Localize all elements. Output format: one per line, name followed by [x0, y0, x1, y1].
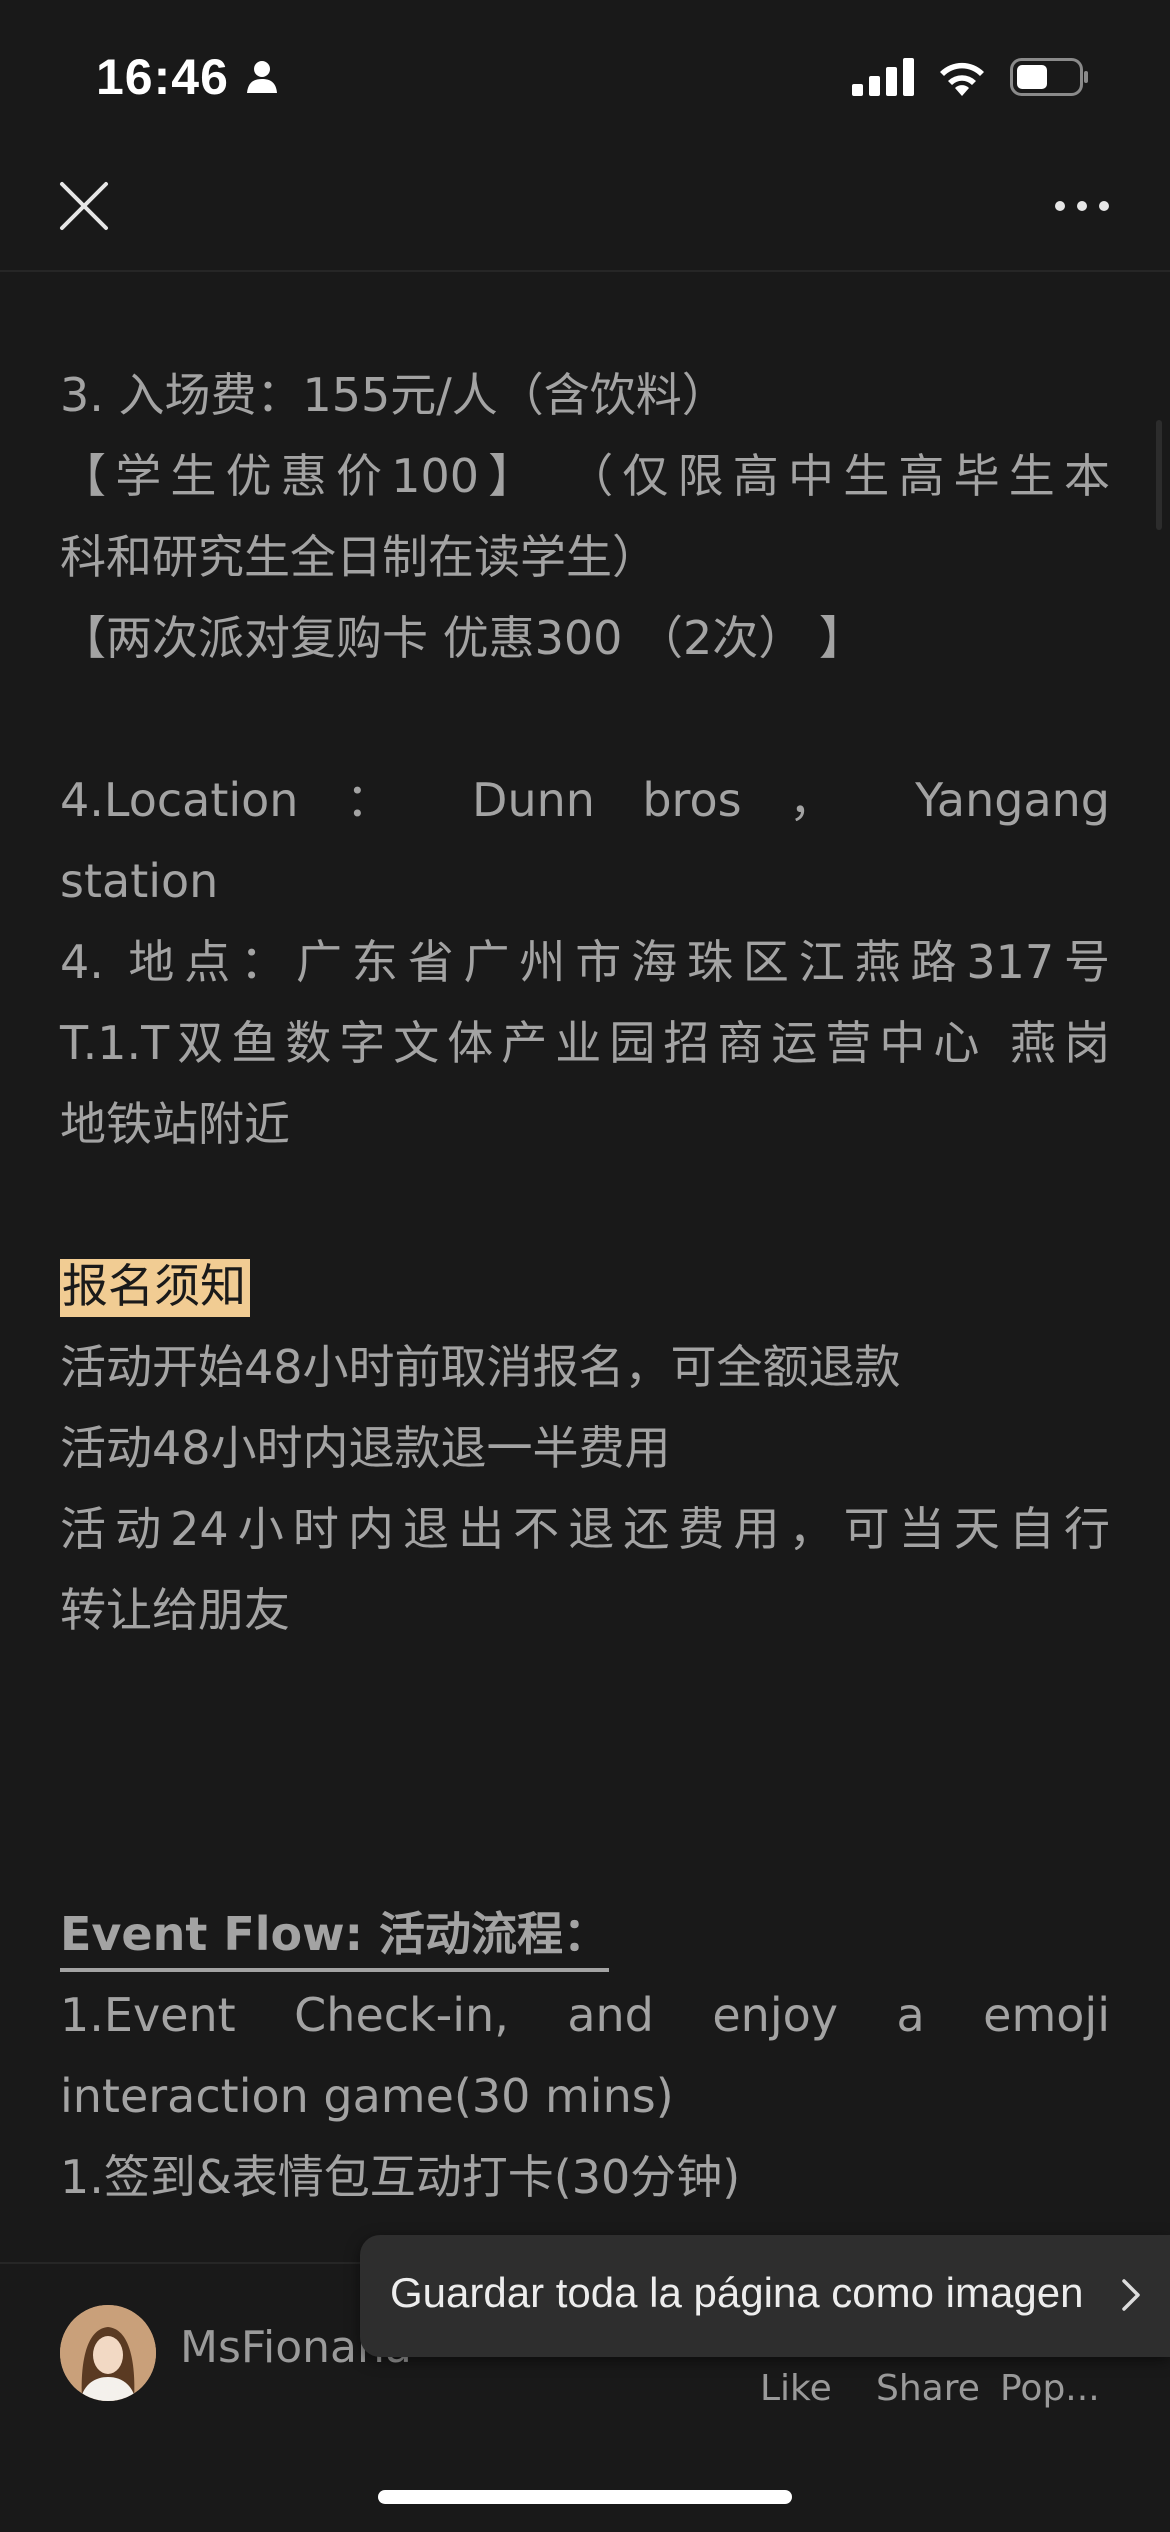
article-content: 3. 入场费：155元/人（含饮料） 【学生优惠价100】 （仅限高中生高毕生本… — [60, 355, 1110, 2218]
close-icon[interactable] — [58, 180, 110, 232]
text-line: 3. 入场费：155元/人（含饮料） — [60, 368, 728, 422]
text-line: 1.Event Check-in, and enjoy a emoji — [60, 1988, 1110, 2042]
status-bar: 16:46 — [0, 0, 1170, 150]
text-line: 转让给朋友 — [60, 1583, 290, 1637]
text-line: station — [60, 854, 219, 908]
status-time: 16:46 — [96, 49, 229, 105]
event-flow-heading-row: Event Flow: 活动流程： — [60, 1894, 1110, 1975]
text-line: 【两次派对复购卡 优惠300 （2次） 】 — [60, 611, 865, 665]
text-line: 活动24小时内退出不退还费用，可当天自行 — [60, 1502, 1110, 1556]
popular-button[interactable]: Pop... — [1000, 2368, 1100, 2409]
more-icon[interactable] — [1052, 196, 1112, 216]
text-line: 4. 地点：广东省广州市海珠区江燕路317号 — [60, 935, 1110, 989]
text-line: T.1.T双鱼数字文体产业园招商运营中心 燕岗 — [60, 1016, 1110, 1070]
registration-notice-heading: 报名须知 — [60, 1246, 1110, 1327]
avatar[interactable] — [60, 2305, 156, 2401]
signal-icon — [852, 58, 914, 96]
text-line: interaction game(30 mins) — [60, 2069, 674, 2123]
highlighted-heading: 报名须知 — [60, 1259, 250, 1317]
event-flow-heading: Event Flow: 活动流程： — [60, 1904, 610, 1972]
share-button[interactable]: Share — [876, 2368, 980, 2409]
home-indicator[interactable] — [378, 2490, 792, 2504]
text-line: 4.Location ： Dunn bros ， Yangang — [60, 773, 1110, 827]
chevron-right-icon — [1122, 2279, 1140, 2311]
save-as-image-toast[interactable]: Guardar toda la página como imagen — [360, 2235, 1170, 2357]
text-line: 科和研究生全日制在读学生） — [60, 530, 658, 584]
person-icon — [247, 61, 277, 93]
text-line: 地铁站附近 — [60, 1097, 290, 1151]
text-line: 1.签到&表情包互动打卡(30分钟) — [60, 2150, 741, 2204]
like-button[interactable]: Like — [760, 2368, 832, 2409]
text-line: 活动48小时内退款退一半费用 — [60, 1421, 671, 1475]
battery-icon — [1010, 58, 1088, 96]
text-line: 活动开始48小时前取消报名，可全额退款 — [60, 1340, 901, 1394]
nav-bar — [0, 150, 1170, 272]
wifi-icon — [940, 62, 984, 96]
scrollbar[interactable] — [1156, 420, 1162, 530]
text-line: 【学生优惠价100】 （仅限高中生高毕生本 — [60, 449, 1110, 503]
toast-text: Guardar toda la página como imagen — [390, 2269, 1084, 2316]
